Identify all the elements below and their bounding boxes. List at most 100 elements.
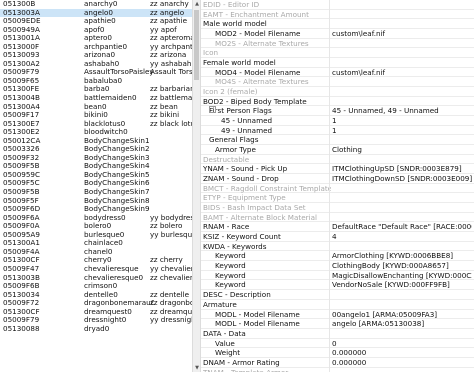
list-row[interactable]: 051300A4 bean0 zz bean bbox=[0, 103, 192, 112]
field-row[interactable]: Icon 2 (female) bbox=[201, 87, 474, 97]
list-row[interactable]: 051300CF dreamquest0 zz dreamquest bbox=[0, 308, 192, 317]
list-row[interactable]: 051300E7 blacklotus0 zz black lotus bbox=[0, 120, 192, 129]
field-row[interactable]: General Flags bbox=[201, 135, 474, 146]
field-row[interactable]: Armature bbox=[201, 300, 474, 310]
list-row[interactable]: 05009F6A bodydress0 yy bodydress bbox=[0, 214, 192, 223]
list-row[interactable]: 05009F32 BodyChangeSkin3 bbox=[0, 154, 192, 163]
field-row[interactable]: ETYP - Equipment Type bbox=[201, 193, 474, 204]
list-row[interactable]: 05009F79 dressnight0 yy dressnight bbox=[0, 316, 192, 325]
field-row[interactable]: BOD2 - Biped Body Template bbox=[201, 97, 474, 107]
list-scrollbar[interactable]: ▲ ▼ bbox=[192, 0, 201, 372]
list-row[interactable]: 05009F6B crimson0 bbox=[0, 282, 192, 291]
field-row[interactable]: − First Person Flags 45 - Unnamed, 49 - Un… bbox=[201, 106, 474, 117]
field-value[interactable]: custom\leaf.nif bbox=[332, 68, 472, 78]
list-row[interactable]: 0513000F archpantie0 yy archpantie bbox=[0, 43, 192, 52]
field-row[interactable]: Keyword ClothingBody [KYWD:000A8657] bbox=[201, 261, 474, 271]
field-row[interactable]: Armor Type Clothing bbox=[201, 145, 474, 155]
list-row[interactable]: 05009F0A bolero0 zz bolero bbox=[0, 222, 192, 231]
field-value[interactable]: ITMClothingDownSD [SNDR:0003E009] bbox=[332, 174, 472, 184]
list-row[interactable]: 05009F5C BodyChangeSkin6 bbox=[0, 179, 192, 188]
list-row[interactable]: 05009F17 bikini0 zz bikini bbox=[0, 111, 192, 120]
list-row[interactable]: 05130034 dentelle0 zz dentelle bbox=[0, 291, 192, 300]
field-row[interactable]: ZNAM - Sound - Drop ITMClothingDownSD [SN… bbox=[201, 174, 474, 184]
field-value[interactable]: 00angelo1 [ARMA:05009FA3] bbox=[332, 310, 472, 320]
field-row[interactable]: Keyword MagicDisallowEnchanting [KYWD:000… bbox=[201, 271, 474, 281]
field-row[interactable]: BMCT - Ragdoll Constraint Template bbox=[201, 184, 474, 194]
field-row[interactable]: Icon bbox=[201, 48, 474, 59]
scrollbar-thumb[interactable] bbox=[194, 10, 199, 80]
list-row[interactable]: 05009F5B BodyChangeSkin4 bbox=[0, 162, 192, 171]
list-row[interactable]: 051300E2 bloodwitch0 bbox=[0, 128, 192, 137]
field-value[interactable]: 45 - Unnamed, 49 - Unnamed bbox=[332, 106, 472, 116]
list-row[interactable]: 05009F65 babaluba0 bbox=[0, 77, 192, 86]
field-row[interactable]: MODL - Model Filename 00angelo1 [ARMA:050… bbox=[201, 310, 474, 320]
field-row[interactable]: MOD2 - Model Filename custom\leaf.nif bbox=[201, 29, 474, 39]
field-row[interactable]: RNAM - Race DefaultRace "Default Race" [R… bbox=[201, 222, 474, 233]
field-value[interactable]: Clothing bbox=[332, 145, 472, 155]
list-row[interactable]: 05009EDE apathie0 zz apathie bbox=[0, 17, 192, 26]
field-value[interactable]: custom\leaf.nif bbox=[332, 29, 472, 39]
field-row[interactable]: MODL - Model Filename angelo [ARMA:051300… bbox=[201, 319, 474, 329]
field-row[interactable]: MO2S - Alternate Textures bbox=[201, 39, 474, 49]
field-value[interactable]: 1 bbox=[332, 116, 472, 126]
list-row[interactable]: 05009F47 chevalieresque yy chevalieresque bbox=[0, 265, 192, 274]
list-row[interactable]: 05009F5B BodyChangeSkin7 bbox=[0, 188, 192, 197]
scroll-down-icon[interactable]: ▼ bbox=[194, 364, 200, 372]
field-row[interactable]: 49 - Unnamed 1 bbox=[201, 126, 474, 136]
field-row[interactable]: DESC - Description bbox=[201, 290, 474, 300]
list-row[interactable]: 05009F4A chanel0 bbox=[0, 248, 192, 257]
list-row[interactable]: 051300B anarchy0 zz anarchy bbox=[0, 0, 192, 9]
field-value[interactable]: MagicDisallowEnchanting [KYWD:000C27BD] bbox=[332, 271, 472, 281]
list-row[interactable]: 050012CA BodyChangeSkin1 bbox=[0, 137, 192, 146]
field-row[interactable]: Value 0 bbox=[201, 339, 474, 349]
field-value[interactable]: ClothingBody [KYWD:000A8657] bbox=[332, 261, 472, 271]
field-row[interactable]: Male world model bbox=[201, 19, 474, 30]
field-row[interactable]: 45 - Unnamed 1 bbox=[201, 116, 474, 126]
list-row[interactable]: 05130088 dryad0 bbox=[0, 325, 192, 334]
list-row[interactable]: 0513001A aptero0 zz apteromata bbox=[0, 34, 192, 43]
field-row[interactable]: Female world model bbox=[201, 58, 474, 68]
field-value[interactable]: 0.000000 bbox=[332, 348, 472, 358]
list-row[interactable]: 05009F72 dragonbonemarau0zz dragonbone bbox=[0, 299, 192, 308]
field-row[interactable]: Keyword VendorNoSale [KYWD:000FF9FB] bbox=[201, 280, 474, 291]
field-value[interactable]: VendorNoSale [KYWD:000FF9FB] bbox=[332, 280, 472, 290]
list-row[interactable]: 05009F5F BodyChangeSkin8 bbox=[0, 197, 192, 206]
field-value[interactable]: ArmorClothing [KYWD:0006BBE8] bbox=[332, 251, 472, 261]
list-row[interactable]: 051300FE barba0 zz barbarian bbox=[0, 85, 192, 94]
field-row[interactable]: KSIZ - Keyword Count 4 bbox=[201, 232, 474, 242]
field-row[interactable]: BAMT - Alternate Block Material bbox=[201, 213, 474, 223]
field-row[interactable]: BIDS - Bash Impact Data Set bbox=[201, 203, 474, 213]
field-row[interactable]: TNAM - Template Armor bbox=[201, 368, 474, 372]
field-row[interactable]: DNAM - Armor Rating 0.000000 bbox=[201, 358, 474, 368]
list-row[interactable]: 05009F6D BodyChangeSkin9 bbox=[0, 205, 192, 214]
field-row[interactable]: MO4S - Alternate Textures bbox=[201, 77, 474, 88]
field-row[interactable]: Weight 0.000000 bbox=[201, 348, 474, 358]
field-value[interactable]: 1 bbox=[332, 126, 472, 136]
field-row[interactable]: EAMT - Enchantment Amount bbox=[201, 10, 474, 20]
list-row[interactable]: 0500959C BodyChangeSkin5 bbox=[0, 171, 192, 180]
field-row[interactable]: KWDA - Keywords bbox=[201, 242, 474, 252]
field-row[interactable]: DATA - Data bbox=[201, 329, 474, 339]
list-row[interactable]: 050095A9 burlesque0 yy burlesque bbox=[0, 231, 192, 240]
list-row[interactable]: 0500949A apof0 yy apof bbox=[0, 26, 192, 35]
list-row[interactable]: 0513004B battlemaiden0 zz battlemaiden bbox=[0, 94, 192, 103]
field-value[interactable]: 0 bbox=[332, 339, 472, 349]
list-row[interactable]: 05130093 arizona0 zz arizona bbox=[0, 51, 192, 60]
list-row[interactable]: 05009F79 AssaultTorsoPaisleyAssault Torso… bbox=[0, 68, 192, 77]
list-row[interactable]: 051300CF cherry0 zz cherry bbox=[0, 256, 192, 265]
list-row[interactable]: 051300A2 ashabah0 yy ashabah bbox=[0, 60, 192, 69]
collapse-icon[interactable]: − bbox=[209, 106, 216, 114]
field-value[interactable]: angelo [ARMA:05130038] bbox=[332, 319, 472, 329]
field-value[interactable]: 4 bbox=[332, 232, 472, 242]
field-value[interactable]: DefaultRace "Default Race" [RACE:0000001… bbox=[332, 222, 472, 232]
field-row[interactable]: EDID - Editor ID bbox=[201, 0, 474, 10]
field-value[interactable]: 0.000000 bbox=[332, 358, 472, 368]
scroll-up-icon[interactable]: ▲ bbox=[194, 0, 200, 8]
list-row[interactable]: 0513003A angelo0 zz angelo bbox=[0, 8, 192, 18]
field-row[interactable]: YNAM - Sound - Pick Up ITMClothingUpSD [S… bbox=[201, 164, 474, 175]
list-row[interactable]: 05003326 BodyChangeSkin2 bbox=[0, 145, 192, 154]
list-row[interactable]: 051300A1 chainlace0 bbox=[0, 239, 192, 248]
field-row[interactable]: Destructable bbox=[201, 155, 474, 165]
list-row[interactable]: 0513003B chevalieresque0 zz chevalieresque bbox=[0, 274, 192, 283]
field-value[interactable]: ITMClothingUpSD [SNDR:0003E879] bbox=[332, 164, 472, 174]
